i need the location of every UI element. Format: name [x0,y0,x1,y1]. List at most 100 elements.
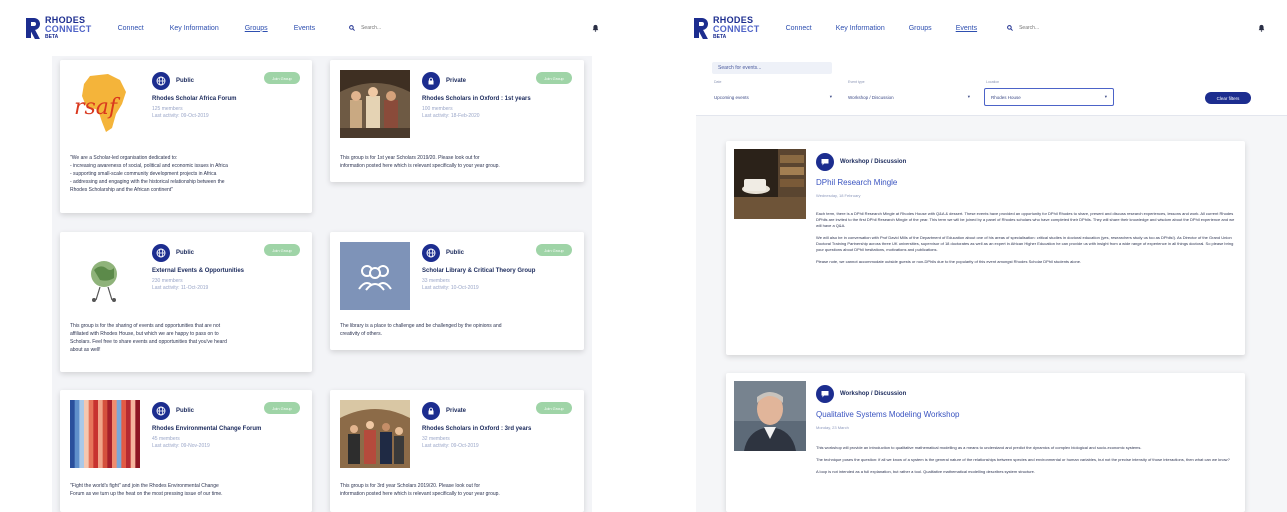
desc-line: The library is a place to challenge and … [340,323,502,329]
privacy-label: Public [446,250,465,256]
join-group-button[interactable]: Join Group [264,72,300,84]
globe-icon [152,72,170,90]
desc-line: This group is for 3rd year Scholars 2019… [340,483,481,489]
stripe [112,400,118,468]
privacy-label: Public [176,408,195,414]
clear-filters-button[interactable]: Clear filters [1205,92,1251,104]
privacy-label: Private [446,78,467,84]
globe-icon [152,244,170,262]
group-card[interactable]: Public Join Group External Events & Oppo… [60,232,312,372]
group-card[interactable]: Private Join Group Rhodes Scholars in Ox… [330,60,584,182]
event-paragraph: We will also be in conversation with Pro… [816,235,1234,252]
group-card[interactable]: Public Join Group Scholar Library & Crit… [330,232,584,350]
group-meta: 125 members Last activity: 09-Oct-2019 [152,106,302,120]
event-filters: Search for events... Date Upcoming event… [696,56,1287,116]
event-description: Each term, there is a DPhil Research Min… [816,211,1236,271]
privacy-indicator: Private [422,402,466,420]
group-card[interactable]: rsaf Public Join Group Rhodes Scholar Af… [60,60,312,213]
screenshot-root: RHODES CONNECT BETA Connect Key Informat… [0,0,1287,512]
group-meta: 32 members Last activity: 09-Oct-2019 [422,436,572,450]
privacy-label: Private [446,408,467,414]
search-input[interactable] [361,25,422,31]
nav-connect[interactable]: Connect [118,25,144,32]
group-title[interactable]: Rhodes Scholars in Oxford : 1st years [422,96,572,102]
stripe [74,400,80,468]
group-description: The library is a place to challenge and … [340,322,576,338]
desc-line: - increasing awareness of social, politi… [70,163,228,169]
group-title[interactable]: Rhodes Environmental Change Forum [152,426,302,432]
group-title[interactable]: Rhodes Scholars in Oxford : 3rd years [422,426,572,432]
privacy-indicator: Public [152,402,194,420]
event-date: Monday, 23 March [816,425,849,430]
nav-key-information[interactable]: Key Information [170,25,219,32]
lock-icon [422,72,440,90]
member-count: 125 members [152,106,183,112]
group-title[interactable]: Scholar Library & Critical Theory Group [422,268,572,274]
stripe [135,400,140,468]
nav-connect[interactable]: Connect [786,25,812,32]
rhodes-connect-logo[interactable]: RHODES CONNECT BETA [694,15,760,41]
group-card[interactable]: Public Join Group Rhodes Environmental C… [60,390,312,512]
type-filter-select[interactable]: Workshop / Discussion ▾ [842,88,976,106]
bell-icon[interactable] [592,24,599,32]
event-card[interactable]: Workshop / Discussion DPhil Research Min… [726,141,1245,355]
search-icon[interactable] [349,25,356,31]
group-title[interactable]: Rhodes Scholar Africa Forum [152,96,302,102]
nav-links: Connect Key Information Groups Events [118,25,315,32]
rhodes-r-icon [26,18,40,39]
date-filter-select[interactable]: Upcoming events ▾ [708,88,838,106]
nav-key-information[interactable]: Key Information [836,25,885,32]
event-paragraph: Each term, there is a DPhil Research Min… [816,211,1235,228]
nav-search [1007,25,1080,31]
stripe [130,400,136,468]
group-title[interactable]: External Events & Opportunities [152,268,302,274]
bell-icon[interactable] [1258,24,1265,32]
desc-line: information posted here which is relevan… [340,491,500,497]
date-filter-value: Upcoming events [714,94,749,100]
group-placeholder-image [340,242,410,310]
group-description: "We are a Scholar-led organisation dedic… [70,154,302,194]
join-group-button[interactable]: Join Group [536,72,572,84]
search-input[interactable] [1019,25,1080,31]
logo-line-2: CONNECT [45,23,92,34]
join-group-button[interactable]: Join Group [264,402,300,414]
join-group-button[interactable]: Join Group [264,244,300,256]
nav-groups[interactable]: Groups [909,25,932,32]
stripe [79,400,85,468]
event-paragraph: Please note, we cannot accommodate outsi… [816,259,1082,264]
group-card[interactable]: Private Join Group Rhodes Scholars in Ox… [330,390,584,512]
group-meta: 100 members Last activity: 18-Feb-2020 [422,106,572,120]
desc-line: - addressing and engaging with the histo… [70,179,225,185]
event-card[interactable]: Workshop / Discussion Qualitative System… [726,373,1245,512]
stripe [70,400,76,468]
nav-links: Connect Key Information Groups Events [786,25,977,32]
date-filter-label: Date [714,80,722,84]
search-icon[interactable] [1007,25,1014,31]
join-group-button[interactable]: Join Group [536,402,572,414]
nav-groups[interactable]: Groups [245,25,268,32]
event-search-input[interactable]: Search for events... [712,62,832,74]
event-title[interactable]: DPhil Research Mingle [816,178,897,187]
nav-events[interactable]: Events [294,25,315,32]
desc-line: Forum as we turn up the heat on the most… [70,491,223,497]
event-title[interactable]: Qualitative Systems Modeling Workshop [816,410,959,419]
desc-line: "We are a Scholar-led organisation dedic… [70,155,178,161]
event-type: Workshop / Discussion [816,153,906,171]
groups-panel: RHODES CONNECT BETA Connect Key Informat… [0,0,630,512]
globe-icon [152,402,170,420]
privacy-label: Public [176,250,195,256]
nav-events[interactable]: Events [956,25,977,32]
privacy-indicator: Public [152,72,194,90]
location-filter-select[interactable]: Rhodes House ▾ [984,88,1114,106]
chevron-down-icon: ▾ [967,94,970,99]
event-paragraph: The technique poses the question: if all… [816,457,1230,462]
join-group-button[interactable]: Join Group [536,244,572,256]
privacy-label: Public [176,78,195,84]
stripe [98,400,104,468]
discussion-icon [816,385,834,403]
logo-line-2: CONNECT [713,23,760,34]
rhodes-connect-logo[interactable]: RHODES CONNECT BETA [26,15,92,41]
event-description: This workshop will provide an introducti… [816,445,1236,481]
stripe [93,400,99,468]
svg-text:rsaf: rsaf [74,95,121,120]
